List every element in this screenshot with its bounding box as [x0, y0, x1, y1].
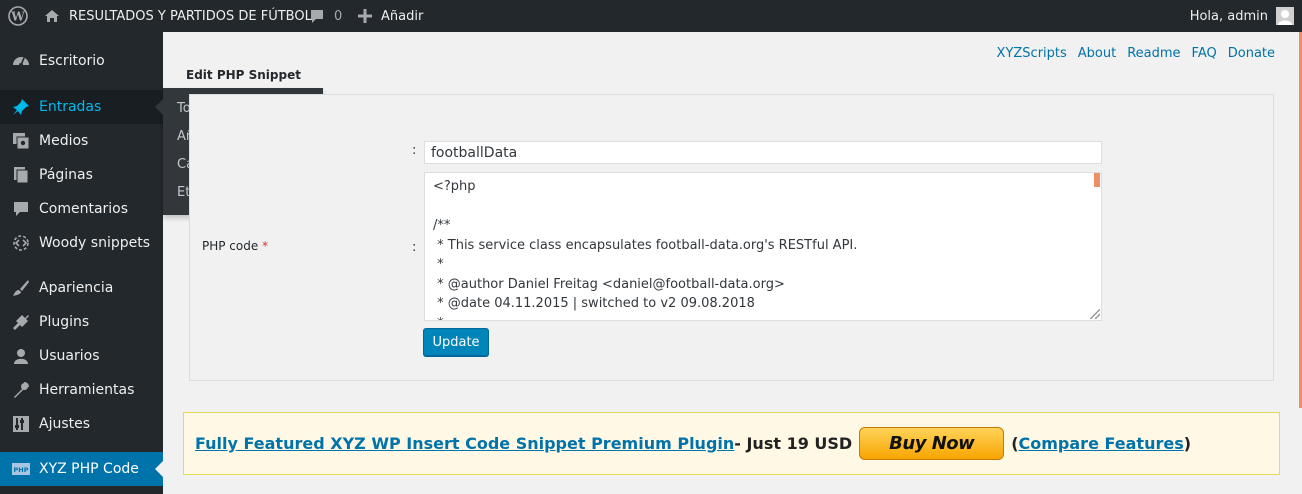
- premium-promo-banner: Fully Featured XYZ WP Insert Code Snippe…: [183, 412, 1280, 475]
- sidebar-item-label: Herramientas: [39, 382, 135, 398]
- textarea-scrollbar[interactable]: [1094, 173, 1100, 187]
- link-faq[interactable]: FAQ: [1192, 46, 1217, 61]
- php-icon: PHP: [11, 459, 31, 479]
- sidebar-item-plugins[interactable]: Plugins: [0, 305, 163, 339]
- admin-bar: W RESULTADOS Y PARTIDOS DE FÚTBOL 0 Añad…: [0, 0, 1302, 32]
- code-line: * This service class encapsulates footba…: [433, 237, 858, 253]
- brush-icon: [11, 278, 31, 298]
- comment-icon: [11, 199, 31, 219]
- sidebar-item-escritorio[interactable]: Escritorio: [0, 44, 163, 78]
- price-text: - Just 19 USD: [734, 434, 853, 453]
- sidebar-item-woody-snippets[interactable]: Woody snippets: [0, 226, 163, 260]
- php-code-label: PHP code *: [202, 239, 268, 253]
- sidebar-item-medios[interactable]: Medios: [0, 124, 163, 158]
- code-line: * @author Daniel Freitag <daniel@footbal…: [433, 276, 785, 292]
- link-readme[interactable]: Readme: [1127, 46, 1180, 61]
- snippet-name-input[interactable]: footballData: [424, 141, 1102, 164]
- sidebar-item-label: Entradas: [39, 99, 102, 115]
- sidebar-item-herramientas[interactable]: Herramientas: [0, 373, 163, 407]
- dashboard-icon: [11, 51, 31, 71]
- sidebar-item-label: Escritorio: [39, 53, 105, 69]
- sidebar-item-ajustes[interactable]: Ajustes: [0, 407, 163, 441]
- site-name-link[interactable]: RESULTADOS Y PARTIDOS DE FÚTBOL: [44, 0, 312, 32]
- code-line: * @date 04.11.2015 | switched to v2 09.0…: [433, 296, 755, 311]
- page-title: Edit PHP Snippet: [186, 68, 301, 82]
- site-name: RESULTADOS Y PARTIDOS DE FÚTBOL: [69, 8, 312, 24]
- sidebar-item-label: Ajustes: [39, 416, 91, 432]
- plugin-icon: [11, 312, 31, 332]
- code-line: *: [433, 257, 444, 272]
- required-mark: *: [262, 239, 269, 253]
- link-xyzscripts[interactable]: XYZScripts: [997, 46, 1067, 61]
- sidebar-item-paginas[interactable]: Páginas: [0, 158, 163, 192]
- sidebar-item-label: XYZ PHP Code: [39, 461, 139, 477]
- code-line: *: [433, 314, 1093, 321]
- link-donate[interactable]: Donate: [1228, 46, 1275, 61]
- field-colon: :: [412, 143, 417, 158]
- add-new-label: Añadir: [381, 8, 424, 24]
- howdy-text: Hola, admin: [1189, 8, 1268, 24]
- user-account-menu[interactable]: Hola, admin: [1190, 0, 1294, 32]
- link-about[interactable]: About: [1078, 46, 1116, 61]
- submenu-arrow: [155, 99, 163, 115]
- update-button[interactable]: Update: [423, 328, 489, 356]
- resize-handle-icon[interactable]: [1090, 309, 1100, 319]
- premium-plugin-link[interactable]: Fully Featured XYZ WP Insert Code Snippe…: [195, 434, 734, 453]
- svg-text:PHP: PHP: [14, 466, 29, 474]
- code-line: <?php: [433, 179, 476, 194]
- settings-icon: [11, 414, 31, 434]
- pushpin-icon: [11, 97, 31, 117]
- sidebar-item-comentarios[interactable]: Comentarios: [0, 192, 163, 226]
- sidebar-item-usuarios[interactable]: Usuarios: [0, 339, 163, 373]
- sidebar-item-label: Comentarios: [39, 201, 129, 217]
- add-new-link[interactable]: Añadir: [358, 0, 423, 32]
- user-icon: [11, 346, 31, 366]
- comment-bubble-icon: [309, 9, 325, 24]
- plus-icon: [358, 9, 372, 23]
- sidebar-item-entradas[interactable]: Entradas: [0, 90, 163, 124]
- wordpress-logo-icon[interactable]: W: [8, 0, 32, 32]
- current-menu-arrow: [155, 461, 163, 477]
- admin-sidebar: Escritorio Entradas Medios Páginas Comen…: [0, 32, 163, 494]
- open-paren: (: [1011, 434, 1019, 453]
- sidebar-item-label: Plugins: [39, 314, 90, 330]
- edit-snippet-form: : footballData PHP code * : <?php /** * …: [189, 94, 1274, 381]
- plugin-links: XYZScripts About Readme FAQ Donate: [986, 46, 1275, 61]
- sidebar-item-label: Usuarios: [39, 348, 100, 364]
- sidebar-item-label: Medios: [39, 133, 89, 149]
- code-line: /**: [433, 218, 451, 233]
- php-code-label-text: PHP code: [202, 239, 259, 253]
- pages-icon: [11, 165, 31, 185]
- sidebar-item-label: Páginas: [39, 167, 93, 183]
- comments-link[interactable]: 0: [309, 0, 342, 32]
- sidebar-item-label: Woody snippets: [39, 235, 151, 251]
- comments-count: 0: [334, 8, 343, 24]
- close-paren: ): [1183, 434, 1192, 453]
- home-icon: [44, 9, 60, 23]
- media-icon: [11, 131, 31, 151]
- sidebar-item-apariencia[interactable]: Apariencia: [0, 271, 163, 305]
- wrench-icon: [11, 380, 31, 400]
- svg-text:W: W: [10, 10, 25, 24]
- sidebar-item-label: Apariencia: [39, 280, 114, 296]
- php-code-textarea[interactable]: <?php /** * This service class encapsula…: [424, 172, 1102, 321]
- buy-now-button[interactable]: Buy Now: [859, 427, 1005, 460]
- snippet-icon: [11, 233, 31, 253]
- sidebar-item-xyz-php-code[interactable]: PHP XYZ PHP Code: [0, 452, 163, 486]
- main-content: XYZScripts About Readme FAQ Donate Edit PHP …: [163, 32, 1302, 494]
- avatar: [1276, 7, 1294, 25]
- compare-features-link[interactable]: Compare Features: [1019, 434, 1184, 453]
- field-colon: :: [412, 240, 417, 255]
